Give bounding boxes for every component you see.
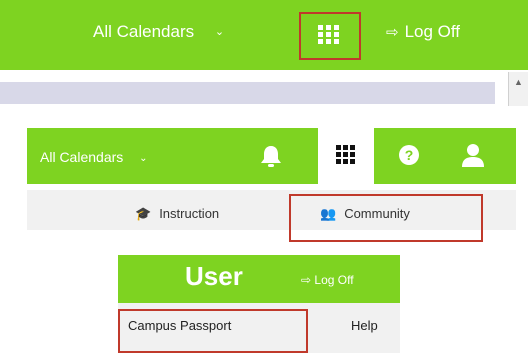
chevron-down-icon: ⌄ <box>214 26 225 38</box>
log-off-label: Log Off <box>404 22 461 41</box>
log-off-icon: ⇨ <box>386 24 399 41</box>
grid-icon[interactable] <box>336 145 356 170</box>
content-strip <box>0 82 495 104</box>
tab-community[interactable]: 👥 Community <box>320 206 410 222</box>
user-menu-header <box>118 255 400 303</box>
user-menu-title: User <box>185 261 243 291</box>
all-calendars-dropdown[interactable]: All Calendars ⌄ <box>93 22 224 42</box>
all-calendars-label: All Calendars <box>40 149 124 165</box>
tab-instruction[interactable]: 🎓 Instruction <box>135 206 219 222</box>
grid-icon[interactable] <box>318 25 340 50</box>
bell-icon[interactable] <box>258 144 284 168</box>
graduation-cap-icon: 🎓 <box>135 206 152 221</box>
all-calendars-dropdown[interactable]: All Calendars ⌄ <box>40 149 148 165</box>
log-off-icon: ⇨ <box>301 273 312 287</box>
log-off-button[interactable]: ⇨ Log Off <box>386 22 460 42</box>
menu-item-help[interactable]: Help <box>351 318 378 333</box>
help-icon[interactable]: ? <box>399 145 419 165</box>
log-off-label: Log Off <box>314 273 354 287</box>
tab-instruction-label: Instruction <box>159 206 220 221</box>
menu-item-campus-passport[interactable]: Campus Passport <box>128 318 231 333</box>
all-calendars-label: All Calendars <box>93 22 195 41</box>
scrollbar[interactable]: ▲ <box>508 72 528 106</box>
users-icon: 👥 <box>320 206 337 221</box>
log-off-button[interactable]: ⇨ Log Off <box>301 273 354 287</box>
tab-community-label: Community <box>344 206 410 221</box>
chevron-down-icon: ⌄ <box>139 153 148 164</box>
user-icon[interactable] <box>460 142 486 168</box>
scroll-up-arrow-icon[interactable]: ▲ <box>514 77 523 87</box>
